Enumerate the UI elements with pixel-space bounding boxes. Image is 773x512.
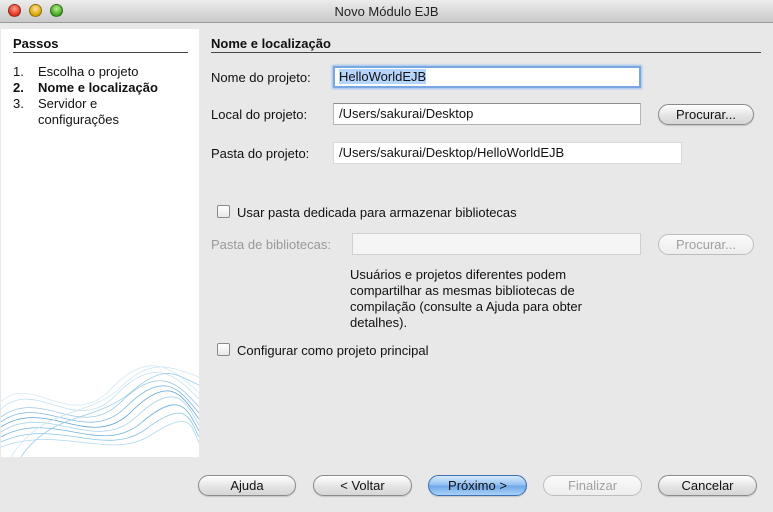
dialog-window: Novo Módulo EJB Passos 1. Escolha o proje… [0, 0, 773, 512]
project-folder-field: /Users/sakurai/Desktop/HelloWorldEJB [333, 142, 682, 164]
main-project-checkbox[interactable] [217, 343, 230, 356]
browse-location-button[interactable]: Procurar... [658, 104, 754, 125]
step-name-location: 2. Nome e localização [13, 80, 158, 96]
section-title: Nome e localização [211, 36, 331, 51]
step-choose-project: 1. Escolha o projeto [13, 64, 138, 80]
main-project-label[interactable]: Configurar como projeto principal [237, 343, 428, 358]
note-line: compilação (consulte a Ajuda para obter [350, 299, 582, 314]
note-line: compartilhar as mesmas bibliotecas de [350, 283, 575, 298]
next-button[interactable]: Próximo > [428, 475, 527, 496]
back-button[interactable]: < Voltar [313, 475, 412, 496]
libraries-help-note: Usuários e projetos diferentes podem com… [350, 267, 630, 331]
step-number: 3. [13, 96, 24, 111]
libraries-folder-label: Pasta de bibliotecas: [211, 237, 331, 252]
project-location-input[interactable]: /Users/sakurai/Desktop [333, 103, 641, 125]
project-location-label: Local do projeto: [211, 107, 308, 122]
libraries-folder-input[interactable] [352, 233, 641, 255]
dedicated-folder-checkbox[interactable] [217, 205, 230, 218]
step-number: 2. [13, 80, 24, 95]
browse-libraries-button[interactable]: Procurar... [658, 234, 754, 255]
project-name-label: Nome do projeto: [211, 70, 311, 85]
steps-divider [13, 52, 188, 53]
note-line: Usuários e projetos diferentes podem [350, 267, 567, 282]
step-label-continuation: configurações [38, 112, 119, 127]
cancel-button[interactable]: Cancelar [658, 475, 757, 496]
window-title: Novo Módulo EJB [334, 4, 439, 19]
project-folder-label: Pasta do projeto: [211, 146, 310, 161]
decorative-waves-image [1, 365, 199, 457]
project-name-input[interactable]: HelloWorldEJB [333, 66, 641, 88]
step-label: Escolha o projeto [38, 64, 139, 79]
step-number: 1. [13, 64, 24, 79]
note-line: detalhes). [350, 315, 408, 330]
step-label: Nome e localização [38, 80, 158, 95]
main-panel: Nome e localização Nome do projeto: Hell… [199, 29, 773, 457]
section-divider [211, 52, 761, 53]
title-bar: Novo Módulo EJB [0, 0, 773, 23]
help-button[interactable]: Ajuda [198, 475, 296, 496]
steps-title: Passos [13, 36, 59, 51]
step-label: Servidor e [38, 96, 98, 111]
project-name-value: HelloWorldEJB [339, 69, 427, 84]
steps-panel: Passos 1. Escolha o projeto 2. Nome e loca… [1, 29, 199, 457]
finish-button[interactable]: Finalizar [543, 475, 642, 496]
dedicated-folder-label[interactable]: Usar pasta dedicada para armazenar bibli… [237, 205, 517, 220]
step-server-settings: 3. Servidor e configurações [13, 96, 119, 127]
